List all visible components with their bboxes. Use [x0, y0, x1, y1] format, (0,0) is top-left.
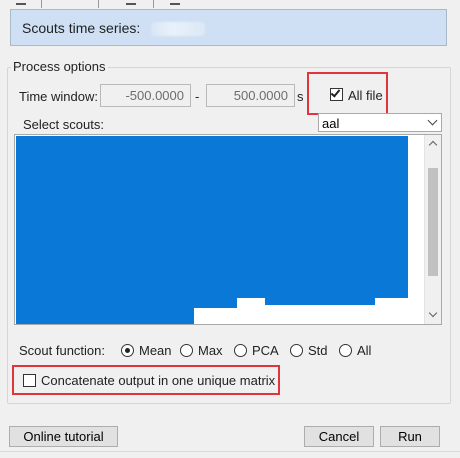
time-window-unit: s [297, 89, 304, 104]
toolbar-options-icon[interactable] [170, 0, 180, 5]
footer-divider [0, 451, 460, 452]
time-window-start-field[interactable]: -500.0000 [100, 84, 191, 107]
scroll-down-icon[interactable] [428, 308, 438, 318]
toolbar-separator [41, 0, 42, 8]
radio-selected-icon [125, 348, 130, 353]
time-window-label: Time window: [19, 89, 98, 104]
scroll-up-icon[interactable] [428, 140, 438, 150]
time-window-end-field[interactable]: 500.0000 [206, 84, 295, 107]
toolbar [0, 0, 460, 8]
online-tutorial-button[interactable]: Online tutorial [9, 426, 118, 447]
select-scouts-label: Select scouts: [23, 117, 104, 132]
redacted-selected-scouts [16, 136, 408, 298]
scout-function-max-label[interactable]: Max [198, 343, 223, 358]
chevron-down-icon [427, 115, 438, 126]
process-header: Scouts time series: [10, 9, 447, 46]
process-options-legend: Process options [11, 59, 108, 74]
scouts-list[interactable] [14, 134, 442, 325]
check-icon [330, 87, 341, 98]
header-title: Scouts time series: [22, 20, 141, 36]
scout-function-all-label[interactable]: All [357, 343, 371, 358]
redacted-selected-scouts [193, 297, 237, 308]
time-window-separator: - [195, 89, 200, 104]
run-button[interactable]: Run [380, 426, 440, 447]
scout-function-label: Scout function: [19, 343, 105, 358]
redacted-selected-scouts [265, 297, 375, 305]
scout-function-pca-radio[interactable] [234, 344, 247, 357]
scout-function-mean-radio[interactable] [121, 344, 134, 357]
toolbar-separator [98, 0, 99, 8]
scroll-thumb[interactable] [428, 168, 438, 276]
scout-function-max-radio[interactable] [180, 344, 193, 357]
toolbar-tool-icon[interactable] [16, 0, 26, 5]
scouts-list-scrollbar[interactable] [424, 135, 441, 324]
redacted-header-value [151, 22, 205, 36]
scout-function-pca-label[interactable]: PCA [252, 343, 279, 358]
concatenate-checkbox[interactable] [23, 374, 36, 387]
toolbar-separator [153, 0, 154, 8]
toolbar-expand-icon[interactable] [126, 0, 136, 5]
atlas-dropdown-value: aal [322, 116, 340, 131]
all-file-label[interactable]: All file [348, 88, 383, 103]
scout-function-std-radio[interactable] [290, 344, 303, 357]
cancel-button[interactable]: Cancel [304, 426, 374, 447]
scout-function-std-label[interactable]: Std [308, 343, 328, 358]
concatenate-label[interactable]: Concatenate output in one unique matrix [41, 373, 275, 388]
all-file-checkbox[interactable] [330, 87, 343, 101]
scout-function-mean-label[interactable]: Mean [139, 343, 172, 358]
atlas-dropdown[interactable]: aal [318, 113, 442, 132]
scout-function-all-radio[interactable] [339, 344, 352, 357]
redacted-selected-scouts [16, 297, 194, 324]
